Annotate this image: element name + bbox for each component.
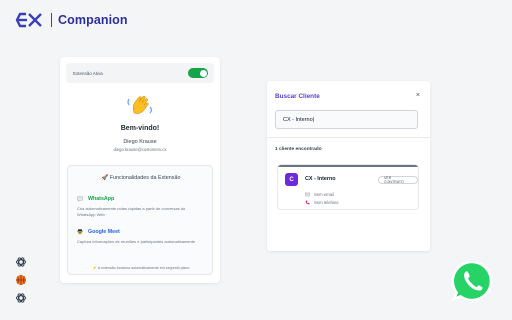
result-count: 1 cliente encontrado (275, 147, 322, 152)
view-contract-button[interactable]: VER CONTRATO (378, 176, 418, 184)
client-search-panel: Buscar Cliente × 1 cliente encontrado C … (267, 81, 430, 251)
background-note: ⚡ A extensão funciona automaticamente em… (92, 266, 190, 270)
whatsapp-icon[interactable] (451, 260, 493, 302)
waving-hand-icon (127, 95, 153, 114)
chat-bubble-icon (77, 196, 83, 202)
card-accent-bar (278, 165, 418, 167)
close-button[interactable]: × (416, 92, 420, 99)
features-box: 🚀 Funcionalidades da Extensão WhatsApp C… (67, 165, 213, 275)
spy-face-icon (77, 229, 83, 235)
extension-popup: Extensão Ativa Bem-vindo! Diego Krause d… (60, 57, 220, 283)
feature-whatsapp: WhatsApp Cria automaticamente notas rápi… (77, 196, 203, 218)
client-email-line: Sem email (305, 192, 334, 197)
extension-toggle-row: Extensão Ativa (66, 63, 214, 83)
openai-knot-icon[interactable] (15, 292, 27, 304)
brand-separator (51, 13, 52, 27)
user-email: diego.krause@customerx.cx (113, 147, 167, 152)
openai-knot-icon[interactable] (15, 256, 27, 268)
cx-logo-icon (15, 12, 42, 28)
brand-name: Companion (58, 13, 128, 27)
client-name: CX - Interno (305, 176, 336, 182)
feature-description: Captura informações de reuniões e partic… (77, 239, 196, 244)
brand-header: Companion (15, 12, 128, 28)
feature-google-meet: Google Meet Captura informações de reuni… (77, 229, 203, 245)
client-phone-line: Sem telefone (305, 200, 339, 205)
client-phone: Sem telefone (314, 200, 339, 205)
feature-name: WhatsApp (88, 196, 115, 202)
features-title: 🚀 Funcionalidades da Extensão (101, 175, 181, 181)
basketball-icon[interactable] (15, 274, 27, 286)
extension-active-toggle[interactable] (188, 68, 208, 78)
search-input[interactable] (283, 116, 417, 123)
toggle-label: Extensão Ativa (73, 70, 103, 76)
search-field[interactable] (275, 110, 418, 129)
feature-name: Google Meet (88, 229, 120, 235)
feature-description: Cria automaticamente notas rápidas a par… (77, 206, 186, 217)
client-avatar: C (285, 173, 298, 186)
client-result-card[interactable]: C CX - Interno VER CONTRATO Sem email Se… (277, 164, 419, 210)
panel-title: Buscar Cliente (275, 93, 320, 100)
envelope-icon (305, 192, 310, 197)
user-name: Diego Krause (123, 139, 157, 145)
divider (267, 137, 430, 138)
welcome-heading: Bem-vindo! (120, 125, 160, 132)
client-email: Sem email (314, 192, 334, 197)
phone-icon (305, 200, 310, 205)
